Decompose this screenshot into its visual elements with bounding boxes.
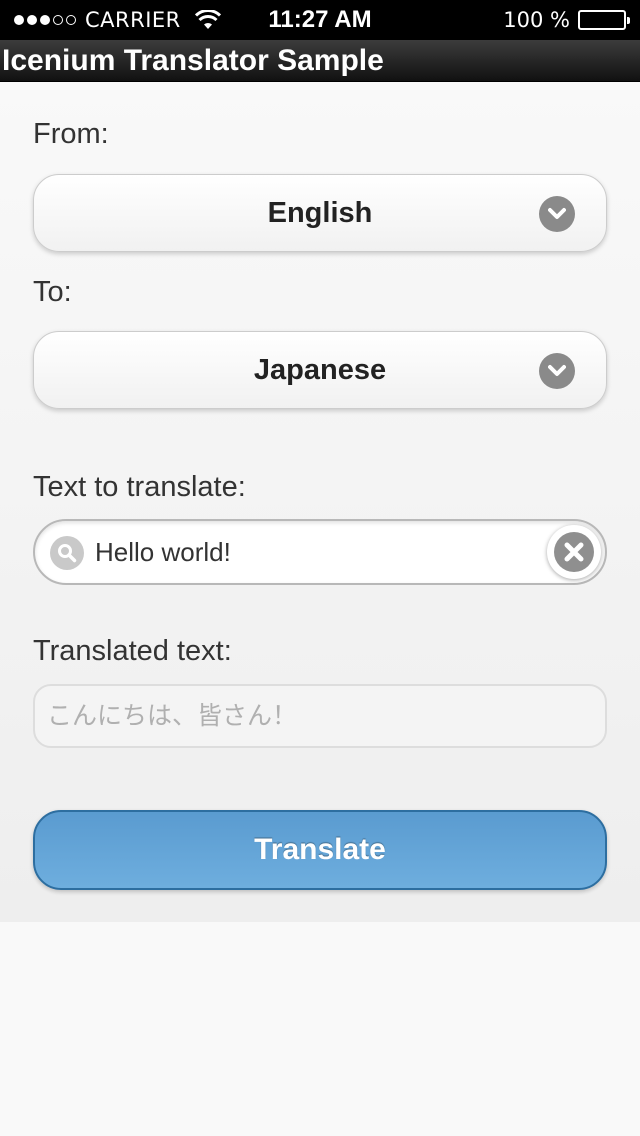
from-language-value: English <box>267 197 373 229</box>
clear-button[interactable] <box>547 525 601 579</box>
text-to-translate-label: Text to translate: <box>33 471 246 503</box>
translated-text-value: こんにちは、皆さん！ <box>47 701 298 730</box>
translate-button[interactable]: Translate <box>33 810 607 890</box>
battery-percent: 100 % <box>503 8 570 32</box>
text-to-translate-input[interactable]: Hello world! <box>33 519 607 585</box>
app-header: Icenium Translator Sample <box>0 40 640 82</box>
from-label: From: <box>33 118 109 150</box>
to-language-value: Japanese <box>253 354 387 386</box>
translated-text-field: こんにちは、皆さん！ <box>33 684 607 748</box>
battery-icon <box>578 10 630 30</box>
battery-area: 100 % <box>503 8 630 32</box>
chevron-down-icon <box>539 353 575 389</box>
input-value: Hello world! <box>95 537 231 567</box>
chevron-down-icon <box>539 196 575 232</box>
status-bar: CARRIER 11:27 AM 100 % <box>0 0 640 40</box>
translate-button-label: Translate <box>254 833 386 866</box>
to-label: To: <box>33 276 72 308</box>
to-language-select[interactable]: Japanese <box>33 331 607 409</box>
translated-text-label: Translated text: <box>33 635 232 667</box>
main-content: From: English To: Japanese Text to trans… <box>0 82 640 922</box>
search-icon <box>50 536 84 570</box>
page-title: Icenium Translator Sample <box>2 44 384 77</box>
from-language-select[interactable]: English <box>33 174 607 252</box>
